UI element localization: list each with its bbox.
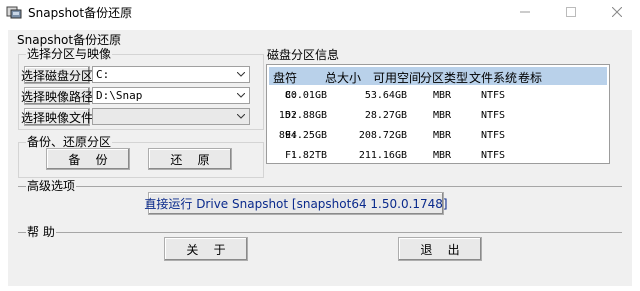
image-path-combo[interactable]: D:\Snap [92,87,250,104]
advanced-divider [18,186,622,187]
column-header-fs[interactable]: 文件系统 [469,69,517,86]
minimize-button[interactable] [502,0,548,24]
partition-combo-value: C: [96,68,110,81]
image-file-button[interactable]: 选择映像文件 [21,108,93,126]
window-title: Snapshot备份还原 [28,6,133,20]
cell-free: 28.27GB [364,110,407,121]
help-title: 帮 助 [26,225,56,239]
main-group-title: Snapshot备份还原 [16,33,123,47]
column-header-free[interactable]: 可用空间 [373,69,421,86]
partition-group-title: 选择分区与映像 [26,47,113,61]
cell-type: MBR [433,110,452,121]
column-header-type[interactable]: 分区类型 [420,69,468,86]
cell-fs: NTFS [481,150,506,161]
select-partition-button[interactable]: 选择磁盘分区 [21,66,93,84]
cell-type: MBR [433,150,452,161]
cell-fs: NTFS [481,130,506,141]
backup-group-title: 备份、还原分区 [26,135,113,149]
cell-size: 152.88GB [278,110,327,121]
cell-type: MBR [433,130,452,141]
chevron-down-icon [233,88,249,103]
cell-free: 53.64GB [364,90,407,101]
table-row[interactable]: D: 152.88GB 28.27GB MBR NTFS [269,106,607,126]
column-header-drive[interactable]: 盘符 [273,69,297,86]
title-bar: Snapshot备份还原 [0,0,640,24]
image-path-button[interactable]: 选择映像路径 [21,87,93,105]
close-icon [612,7,622,17]
cell-type: MBR [433,90,452,101]
app-icon [6,6,22,19]
cell-fs: NTFS [481,110,506,121]
backup-button[interactable]: 备 份 [46,148,130,170]
about-button[interactable]: 关 于 [164,237,248,261]
exit-button[interactable]: 退 出 [398,237,482,261]
cell-free: 208.72GB [358,130,407,141]
cell-size: 80.01GB [284,90,327,101]
disk-info-title: 磁盘分区信息 [266,48,341,62]
cell-fs: NTFS [481,90,506,101]
client-area: Snapshot备份还原 选择分区与映像 选择磁盘分区 C: 选择映像路径 D:… [8,30,632,286]
run-drive-snapshot-button[interactable]: 直接运行 Drive Snapshot [snapshot64 1.50.0.1… [144,192,448,215]
image-path-combo-value: D:\Snap [96,89,143,102]
table-row[interactable]: F: 1.82TB 211.16GB MBR NTFS [269,146,607,166]
close-button[interactable] [594,0,640,24]
disk-info-list[interactable]: 盘符 总大小 可用空间 分区类型 文件系统 卷标 C: 80.01GB 53.6… [266,64,610,164]
restore-button[interactable]: 还 原 [148,148,232,170]
maximize-icon [566,7,576,17]
maximize-button[interactable] [548,0,594,24]
column-header-label[interactable]: 卷标 [518,69,542,86]
image-file-combo[interactable] [92,108,250,125]
chevron-down-icon [233,67,249,82]
disk-info-header: 盘符 总大小 可用空间 分区类型 文件系统 卷标 [269,67,607,85]
chevron-down-icon [233,109,249,124]
partition-combo[interactable]: C: [92,66,250,83]
minimize-icon [520,11,530,13]
cell-size: 894.25GB [278,130,327,141]
table-row[interactable]: C: 80.01GB 53.64GB MBR NTFS [269,86,607,106]
cell-free: 211.16GB [358,150,407,161]
table-row[interactable]: E: 894.25GB 208.72GB MBR NTFS [269,126,607,146]
help-divider [18,232,622,233]
advanced-title: 高级选项 [26,179,77,193]
cell-size: 1.82TB [290,150,327,161]
column-header-size[interactable]: 总大小 [325,69,361,86]
